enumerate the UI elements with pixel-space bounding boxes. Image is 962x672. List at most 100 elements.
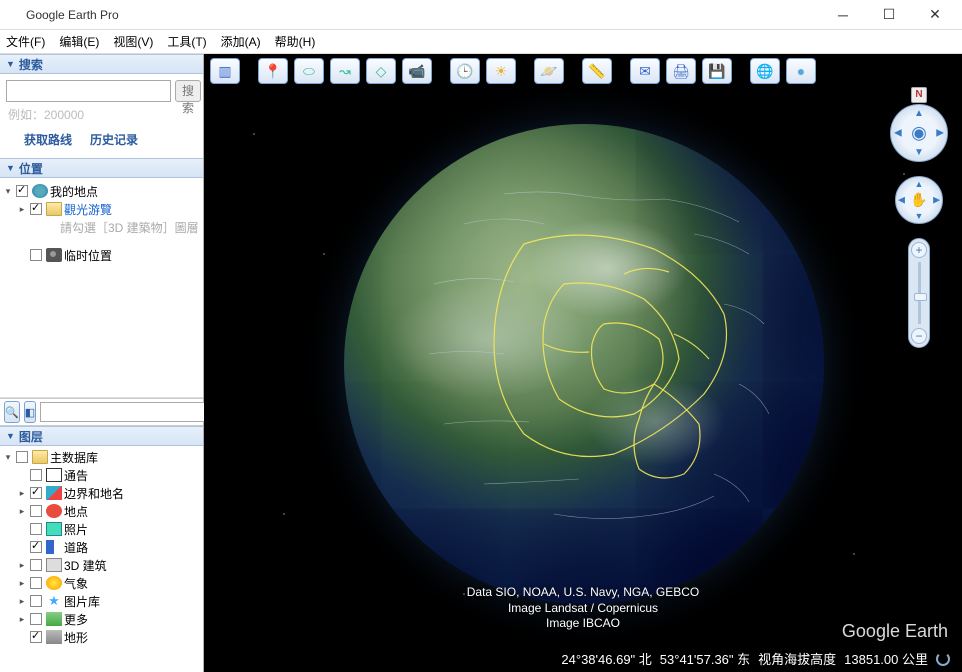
tree-temporary[interactable]: 临时位置 bbox=[2, 246, 201, 264]
layer-announcements[interactable]: 通告 bbox=[2, 466, 201, 484]
search-panel-header[interactable]: 搜索 bbox=[0, 54, 203, 74]
hide-sidebar-button[interactable]: ▥ bbox=[210, 58, 240, 84]
polygon-button[interactable]: ⬭ bbox=[294, 58, 324, 84]
checkbox[interactable] bbox=[30, 577, 42, 589]
pan-up-icon[interactable]: ▲ bbox=[915, 179, 924, 189]
menu-tools[interactable]: 工具(T) bbox=[167, 33, 206, 50]
look-down-icon[interactable]: ▼ bbox=[914, 147, 924, 158]
expand-icon[interactable]: ▾ bbox=[2, 452, 14, 463]
search-input[interactable] bbox=[6, 80, 171, 102]
image-overlay-button[interactable]: ◇ bbox=[366, 58, 396, 84]
maximize-button[interactable]: ☐ bbox=[866, 0, 912, 30]
placemark-button[interactable]: 📍 bbox=[258, 58, 288, 84]
layer-weather[interactable]: ▸ 气象 bbox=[2, 574, 201, 592]
zoom-track[interactable] bbox=[918, 262, 921, 324]
layer-primary-db[interactable]: ▾ 主数据库 bbox=[2, 448, 201, 466]
layer-label: 更多 bbox=[64, 611, 88, 628]
places-split-icon[interactable]: ◧ bbox=[24, 401, 36, 423]
layers-panel-header[interactable]: 图层 bbox=[0, 426, 203, 446]
print-button[interactable]: 🖨 bbox=[666, 58, 696, 84]
tree-sightseeing[interactable]: ▸ 觀光游覽 bbox=[2, 200, 201, 218]
menu-file[interactable]: 文件(F) bbox=[6, 33, 45, 50]
places-filter-input[interactable] bbox=[40, 402, 223, 422]
hand-icon: ✋ bbox=[910, 192, 927, 209]
zoom-out-button[interactable]: − bbox=[911, 328, 927, 344]
menu-add[interactable]: 添加(A) bbox=[221, 33, 261, 50]
checkbox[interactable] bbox=[30, 487, 42, 499]
attribution-line: Image Landsat / Copernicus bbox=[467, 601, 700, 617]
layer-roads[interactable]: 道路 bbox=[2, 538, 201, 556]
checkbox[interactable] bbox=[30, 613, 42, 625]
checkbox[interactable] bbox=[30, 541, 42, 553]
layer-label: 主数据库 bbox=[50, 449, 98, 466]
look-right-icon[interactable]: ▶ bbox=[936, 128, 944, 139]
checkbox[interactable] bbox=[30, 505, 42, 517]
layer-more[interactable]: ▸ 更多 bbox=[2, 610, 201, 628]
folder-icon bbox=[46, 202, 62, 216]
checkbox[interactable] bbox=[30, 469, 42, 481]
menu-edit[interactable]: 编辑(E) bbox=[59, 33, 99, 50]
view-in-maps-button[interactable]: 🌐 bbox=[750, 58, 780, 84]
get-directions-link[interactable]: 获取路线 bbox=[24, 131, 72, 148]
map-viewport[interactable]: ▥ 📍 ⬭ ↝ ◇ 📹 🕒 ☀ 🪐 📏 ✉ 🖨 💾 🌐 ● bbox=[204, 54, 962, 672]
expand-icon[interactable]: ▾ bbox=[2, 186, 14, 197]
layer-gallery[interactable]: ▸ ★ 图片库 bbox=[2, 592, 201, 610]
history-slider-button[interactable]: 🕒 bbox=[450, 58, 480, 84]
minimize-button[interactable]: ─ bbox=[820, 0, 866, 30]
expand-icon[interactable]: ▸ bbox=[16, 204, 28, 215]
path-button[interactable]: ↝ bbox=[330, 58, 360, 84]
expand-icon[interactable]: ▸ bbox=[16, 560, 28, 571]
checkbox[interactable] bbox=[30, 559, 42, 571]
layer-3d-buildings[interactable]: ▸ 3D 建筑 bbox=[2, 556, 201, 574]
checkbox[interactable] bbox=[30, 523, 42, 535]
menu-view[interactable]: 视图(V) bbox=[113, 33, 153, 50]
places-search-icon[interactable]: 🔍 bbox=[4, 401, 20, 423]
pan-wheel[interactable]: ✋ ▲ ▼ ◀ ▶ bbox=[895, 176, 943, 224]
pan-right-icon[interactable]: ▶ bbox=[933, 195, 940, 206]
planet-switcher-button[interactable]: 🪐 bbox=[534, 58, 564, 84]
record-tour-button[interactable]: 📹 bbox=[402, 58, 432, 84]
layer-label: 道路 bbox=[64, 539, 88, 556]
look-up-icon[interactable]: ▲ bbox=[914, 108, 924, 119]
layer-terrain[interactable]: 地形 bbox=[2, 628, 201, 646]
layer-label: 通告 bbox=[64, 467, 88, 484]
layer-borders[interactable]: ▸ 边界和地名 bbox=[2, 484, 201, 502]
pan-down-icon[interactable]: ▼ bbox=[915, 211, 924, 221]
checkbox[interactable] bbox=[30, 203, 42, 215]
places-panel-header[interactable]: 位置 bbox=[0, 158, 203, 178]
checkbox[interactable] bbox=[30, 595, 42, 607]
pan-left-icon[interactable]: ◀ bbox=[898, 195, 905, 206]
expand-icon[interactable]: ▸ bbox=[16, 614, 28, 625]
search-button[interactable]: 搜索 bbox=[175, 80, 201, 102]
layer-places[interactable]: ▸ 地点 bbox=[2, 502, 201, 520]
checkbox[interactable] bbox=[30, 631, 42, 643]
look-left-icon[interactable]: ◀ bbox=[894, 128, 902, 139]
ruler-button[interactable]: 📏 bbox=[582, 58, 612, 84]
star-icon: ★ bbox=[46, 594, 62, 608]
look-wheel[interactable]: N ◉ ▲ ▼ ◀ ▶ bbox=[890, 104, 948, 162]
north-indicator[interactable]: N bbox=[911, 87, 927, 103]
expand-icon[interactable]: ▸ bbox=[16, 506, 28, 517]
sphere-button[interactable]: ● bbox=[786, 58, 816, 84]
checkbox[interactable] bbox=[16, 185, 28, 197]
earth-borders-overlay bbox=[344, 124, 824, 604]
zoom-in-button[interactable]: + bbox=[911, 242, 927, 258]
search-panel: 搜索 例如：200000 获取路线 历史记录 bbox=[0, 74, 203, 158]
zoom-slider[interactable]: + − bbox=[908, 238, 930, 348]
checkbox[interactable] bbox=[16, 451, 28, 463]
menu-help[interactable]: 帮助(H) bbox=[275, 33, 316, 50]
expand-icon[interactable]: ▸ bbox=[16, 578, 28, 589]
save-image-button[interactable]: 💾 bbox=[702, 58, 732, 84]
earth-globe[interactable] bbox=[344, 124, 824, 604]
layers-panel-title: 图层 bbox=[19, 428, 43, 445]
tree-my-places[interactable]: ▾ 我的地点 bbox=[2, 182, 201, 200]
sunlight-button[interactable]: ☀ bbox=[486, 58, 516, 84]
history-link[interactable]: 历史记录 bbox=[90, 131, 138, 148]
eye-icon: ◉ bbox=[911, 123, 927, 144]
close-button[interactable]: ✕ bbox=[912, 0, 958, 30]
expand-icon[interactable]: ▸ bbox=[16, 596, 28, 607]
layer-photos[interactable]: 照片 bbox=[2, 520, 201, 538]
expand-icon[interactable]: ▸ bbox=[16, 488, 28, 499]
email-button[interactable]: ✉ bbox=[630, 58, 660, 84]
checkbox[interactable] bbox=[30, 249, 42, 261]
